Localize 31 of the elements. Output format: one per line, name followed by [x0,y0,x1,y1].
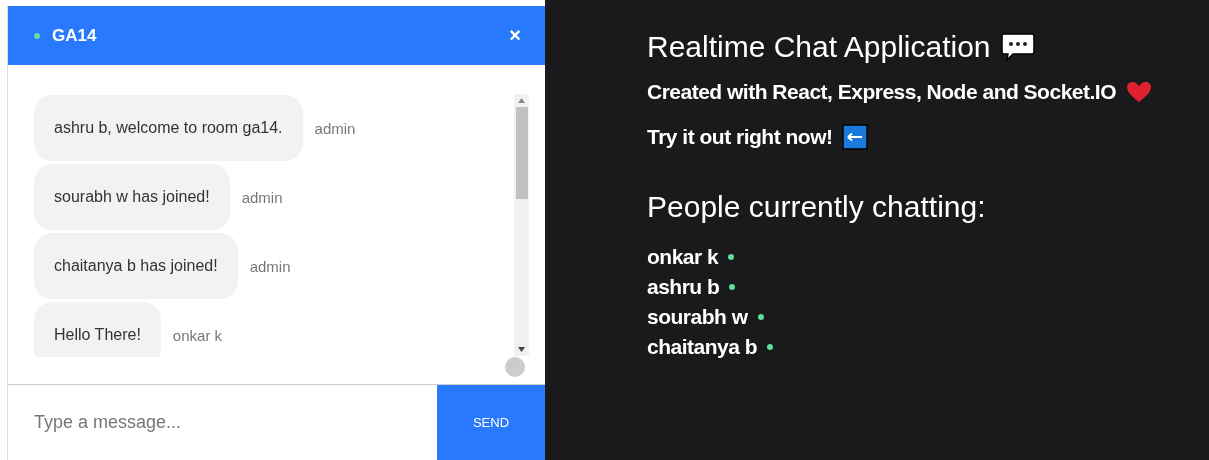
online-dot-icon [728,254,735,260]
message-bubble: Hello There! [34,302,161,357]
online-dot-icon [767,344,774,350]
heart-icon [1126,81,1152,103]
person-name: ashru b [647,275,720,299]
scroll-down-icon[interactable] [518,347,525,352]
scrollbar[interactable] [514,94,529,356]
scroll-up-icon[interactable] [518,98,525,103]
sender-name: admin [249,257,291,275]
sender-name: admin [314,119,356,137]
person-name: chaitanya b [647,335,758,359]
send-button[interactable]: SEND [437,385,545,460]
people-heading: People currently chatting: [647,190,987,224]
sender-name: onkar k [172,326,223,344]
scroll-thumb[interactable] [515,107,528,199]
online-dot-icon [729,284,736,290]
room-name: GA14 [52,25,98,46]
sender-name: admin [241,188,283,206]
close-button[interactable]: × [509,24,521,47]
call-to-action: Try it out right now! [647,125,833,149]
speech-bubble-icon [1000,32,1035,62]
online-dot-icon [757,314,764,320]
app-title: Realtime Chat Application [647,30,991,64]
scroll-bottom-icon[interactable] [505,357,525,377]
person-name: sourabh w [647,305,748,329]
online-dot-icon [34,32,40,39]
person-name: onkar k [647,245,719,269]
message-bubble: ashru b, welcome to room ga14. [34,95,303,161]
message-bubble: sourabh w has joined! [34,164,230,230]
subtitle: Created with React, Express, Node and Socket.IO [647,80,1116,104]
message-bubble: chaitanya b has joined! [34,233,238,299]
